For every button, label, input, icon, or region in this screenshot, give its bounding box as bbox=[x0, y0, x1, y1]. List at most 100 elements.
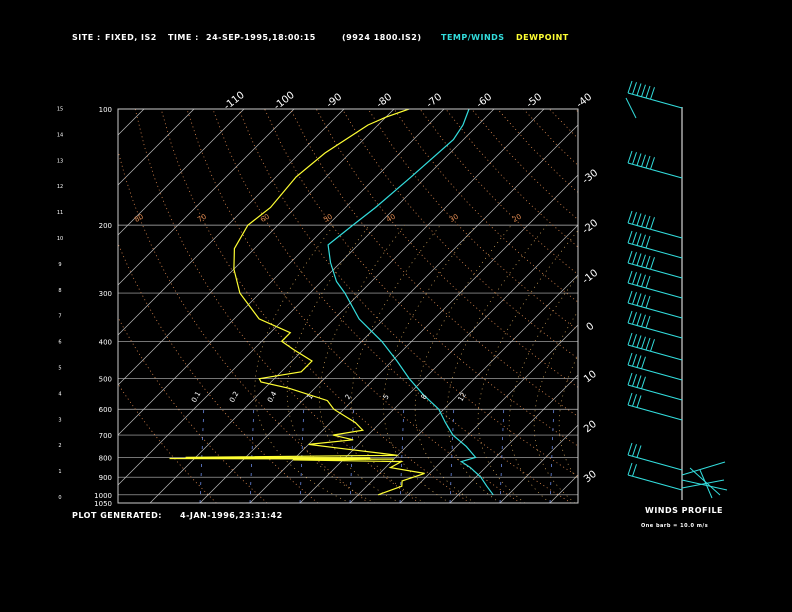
wind-barb-flag-2-2 bbox=[636, 213, 642, 226]
pressure-label-200: 200 bbox=[99, 222, 112, 230]
wind-barb-flag-6-0 bbox=[627, 290, 633, 304]
isotherm--70 bbox=[118, 109, 445, 436]
wind-barb-staff-9 bbox=[627, 364, 683, 381]
isotherm--90 bbox=[118, 109, 345, 336]
wind-barb-flag-9-0 bbox=[627, 352, 633, 366]
wind-barb-flag-0-0 bbox=[627, 80, 633, 94]
wind-barb-staff-0 bbox=[627, 92, 683, 109]
pressure-label-300: 300 bbox=[99, 290, 112, 298]
height-label-7: 7 bbox=[58, 314, 61, 320]
wind-barb-staff-13 bbox=[627, 474, 683, 491]
wind-barb-flag-4-1 bbox=[632, 252, 637, 265]
dry-adiabat-90 bbox=[367, 109, 578, 331]
wind-barb-flag-3-2 bbox=[636, 233, 642, 246]
dry-adiabat-20 bbox=[186, 109, 521, 503]
pressure-label-900: 900 bbox=[99, 474, 112, 482]
wind-barb-flag-5-3 bbox=[641, 274, 646, 287]
moist-adiabat-label-1: 1 bbox=[306, 393, 315, 401]
winds-profile-label: WINDS PROFILE bbox=[645, 506, 724, 515]
height-label-13: 13 bbox=[57, 158, 63, 164]
wind-barb-flag-5-2 bbox=[636, 273, 642, 286]
isotherm-right-label-10: 10 bbox=[582, 369, 599, 386]
wind-barb-flag-6-4 bbox=[645, 295, 651, 309]
height-label-1: 1 bbox=[58, 469, 61, 475]
dry-adiabat-180 bbox=[601, 109, 792, 503]
wind-barb-flag-10-1 bbox=[632, 374, 637, 387]
height-label-0: 0 bbox=[58, 495, 61, 501]
wind-barb-flag-7-1 bbox=[632, 312, 637, 325]
wind-barb-flag-11-2 bbox=[636, 395, 642, 408]
wind-barb-flag-2-1 bbox=[632, 212, 637, 225]
isotherm--20 bbox=[299, 224, 578, 503]
pressure-label-600: 600 bbox=[99, 406, 112, 414]
wind-barb-flag-13-1 bbox=[632, 464, 637, 477]
wind-barb-flag-4-0 bbox=[627, 250, 633, 264]
wind-barb-flag-12-1 bbox=[632, 444, 637, 457]
plot-area bbox=[0, 109, 792, 503]
isotherm-top-label--60: -60 bbox=[475, 92, 495, 111]
wind-barb-flag-11-0 bbox=[627, 392, 633, 406]
height-label-8: 8 bbox=[58, 288, 61, 294]
moist-adiabat-label-2: 2 bbox=[344, 393, 353, 401]
height-label-6: 6 bbox=[58, 340, 61, 346]
dry-adiabat-160 bbox=[549, 109, 578, 140]
wind-barb-flag-2-3 bbox=[641, 214, 646, 227]
wind-barb-flag-1-4 bbox=[645, 155, 651, 169]
wind-barb-flag-8-2 bbox=[636, 335, 642, 348]
wind-barb-staff-8 bbox=[627, 344, 683, 361]
dry-adiabat-60 bbox=[290, 109, 578, 417]
isotherm-top-label--40: -40 bbox=[575, 92, 595, 111]
wind-barb-staff-10 bbox=[627, 384, 683, 401]
dry-adiabat-label-20: 20 bbox=[511, 213, 523, 224]
dry-adiabat-200 bbox=[653, 109, 792, 503]
dry-adiabat-label-80: 80 bbox=[133, 213, 145, 224]
barb-scale-note: One barb = 10.0 m/s bbox=[641, 523, 709, 529]
isotherm--150 bbox=[0, 109, 44, 503]
isotherm--60 bbox=[118, 109, 495, 486]
wind-barb-flag-4-4 bbox=[645, 255, 651, 269]
wind-barb-flag-4-2 bbox=[636, 253, 642, 266]
pressure-label-1050: 1050 bbox=[94, 500, 112, 508]
isotherm-30 bbox=[549, 474, 578, 503]
wind-barb-flag-9-2 bbox=[636, 355, 642, 368]
height-label-11: 11 bbox=[57, 210, 63, 216]
wind-barb-flag-1-1 bbox=[632, 152, 637, 165]
height-label-9: 9 bbox=[58, 262, 61, 268]
wind-barb-flag-1-3 bbox=[641, 154, 646, 167]
skewt-chart: 1002003004005006007008009001000105001234… bbox=[0, 80, 792, 508]
moist-adiabat-25 bbox=[477, 229, 578, 503]
wind-barb-flag-10-0 bbox=[627, 372, 633, 386]
wind-barb-flag-8-4 bbox=[645, 337, 651, 351]
wind-barb-flag-8-5 bbox=[650, 339, 655, 352]
wind-barb-flag-2-5 bbox=[650, 217, 655, 230]
dry-adiabat-50 bbox=[264, 109, 578, 447]
wind-barb-flag-0-5 bbox=[650, 87, 655, 100]
wind-barb-flag-1-5 bbox=[650, 157, 655, 170]
wind-barb-flag-13-0 bbox=[627, 462, 633, 476]
wind-barb-flag-12-2 bbox=[636, 445, 642, 458]
wind-barb-flag-10-3 bbox=[641, 376, 646, 389]
isotherm--120 bbox=[118, 109, 195, 186]
pressure-label-500: 500 bbox=[99, 376, 112, 384]
wind-barb-flag-0-1 bbox=[632, 82, 637, 95]
wind-barb-flag-12-0 bbox=[627, 442, 633, 456]
isotherm-right-label-30: 30 bbox=[582, 469, 599, 486]
wind-barb-flag-6-3 bbox=[641, 294, 646, 307]
pressure-label-800: 800 bbox=[99, 454, 112, 462]
isotherm--130 bbox=[118, 109, 145, 136]
wind-barb-staff-1 bbox=[627, 162, 683, 179]
isotherm-right-label-20: 20 bbox=[582, 419, 599, 436]
height-label-3: 3 bbox=[58, 417, 61, 423]
height-label-4: 4 bbox=[58, 391, 61, 397]
wind-top-barb bbox=[625, 97, 637, 119]
dry-adiabat--20 bbox=[118, 242, 319, 503]
isotherm-60 bbox=[700, 109, 792, 503]
height-label-10: 10 bbox=[57, 236, 63, 242]
moist-adiabat-label-5: 5 bbox=[382, 393, 391, 401]
height-label-12: 12 bbox=[57, 184, 63, 190]
wind-barb-flag-9-1 bbox=[632, 354, 637, 367]
wind-barb-flag-10-2 bbox=[636, 375, 642, 388]
isotherm-0 bbox=[399, 324, 578, 503]
height-label-15: 15 bbox=[57, 107, 63, 113]
wind-surface-line-0 bbox=[681, 461, 726, 476]
